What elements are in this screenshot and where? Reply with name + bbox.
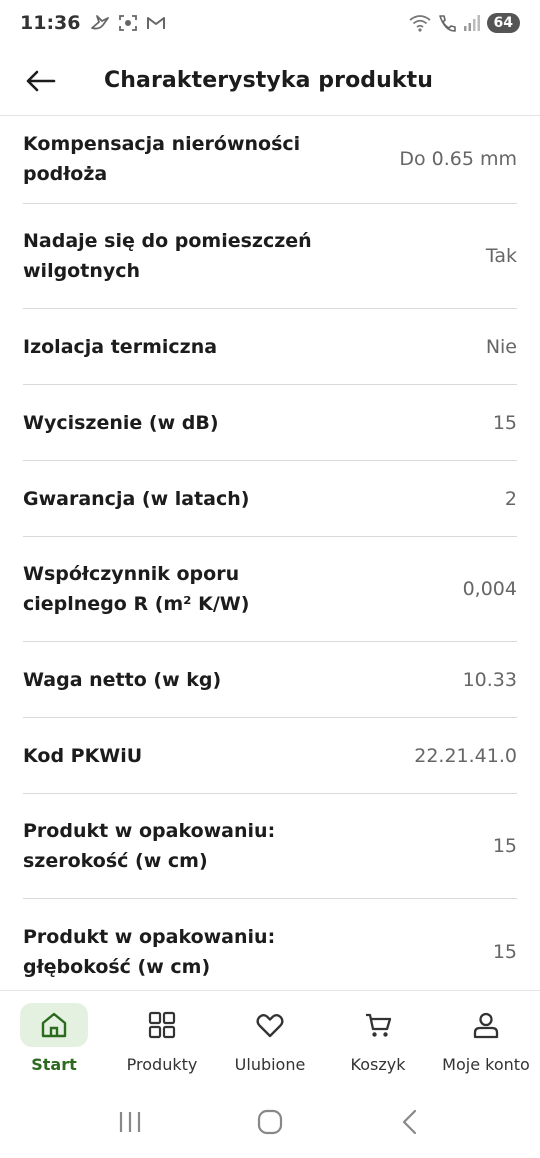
page-title: Charakterystyka produktu [104, 68, 434, 93]
spec-row: Nadaje się do pomieszczeń wilgotnych Tak [23, 204, 517, 309]
home-icon [41, 1012, 67, 1038]
bird-icon [91, 15, 110, 30]
nav-label: Koszyk [350, 1055, 406, 1074]
spec-value: 2 [504, 487, 517, 510]
status-bar: 11:36 64 [0, 0, 540, 46]
back-system-button[interactable] [380, 1097, 440, 1147]
arrow-left-icon [26, 70, 56, 91]
cart-icon [366, 1013, 392, 1037]
battery-badge: 64 [486, 13, 520, 33]
spec-value: 15 [492, 411, 517, 434]
spec-label: Produkt w opakowaniu: głębokość (w cm) [23, 925, 276, 978]
back-button[interactable] [10, 51, 70, 111]
grid-icon [148, 1011, 176, 1039]
gmail-icon [147, 17, 166, 29]
spec-label: Współczynnik oporu cieplnego R (m² K/W) [23, 563, 250, 615]
call-icon [438, 15, 456, 32]
user-icon [473, 1012, 499, 1039]
spec-value: Nie [485, 335, 517, 358]
nav-label: Start [31, 1055, 77, 1074]
nav-label: Moje konto [442, 1055, 530, 1074]
nav-item-produkty[interactable]: Produkty [108, 991, 216, 1086]
nav-icon-wrap [236, 1003, 304, 1047]
spec-label: Kod PKWiU [23, 744, 143, 767]
spec-row: Wyciszenie (w dB) 15 [23, 385, 517, 461]
nav-icon-wrap [344, 1003, 412, 1047]
nav-label: Produkty [126, 1055, 198, 1074]
nav-label: Ulubione [234, 1055, 306, 1074]
heart-icon [256, 1014, 284, 1038]
spec-value: 15 [492, 835, 517, 857]
spec-value: 22.21.41.0 [414, 744, 517, 767]
status-left-icons [90, 14, 166, 32]
nav-item-ulubione[interactable]: Ulubione [216, 991, 324, 1086]
nav-item-start[interactable]: Start [0, 991, 108, 1086]
spec-label: Gwarancja (w latach) [23, 487, 250, 510]
recent-apps-icon [119, 1112, 141, 1132]
status-time: 11:36 [20, 12, 81, 34]
spec-label: Nadaje się do pomieszczeń wilgotnych [23, 230, 312, 282]
spec-value: 0,004 [462, 578, 517, 600]
spec-row: Waga netto (w kg) 10.33 [23, 642, 517, 718]
spec-value: 10.33 [462, 668, 517, 691]
nav-item-moje-konto[interactable]: Moje konto [432, 991, 540, 1086]
spec-row: Kod PKWiU 22.21.41.0 [23, 718, 517, 794]
home-system-button[interactable] [240, 1097, 300, 1147]
spec-label: Kompensacja nierówności podłoża [23, 133, 301, 185]
spec-value: 15 [492, 940, 517, 963]
bottom-nav: Start Produkty Ulubione Koszyk Moje kont… [0, 990, 540, 1086]
system-nav-bar [0, 1086, 540, 1158]
spec-row: Produkt w opakowaniu: głębokość (w cm) 1… [23, 899, 517, 990]
spec-row: Współczynnik oporu cieplnego R (m² K/W) … [23, 537, 517, 642]
spec-row: Gwarancja (w latach) 2 [23, 461, 517, 537]
spec-label: Waga netto (w kg) [23, 668, 222, 691]
screenshot-icon [119, 15, 138, 31]
recent-apps-button[interactable] [100, 1097, 160, 1147]
spec-label: Wyciszenie (w dB) [23, 411, 219, 434]
nav-icon-wrap [128, 1003, 196, 1047]
spec-row: Kompensacja nierówności podłoża Do 0.65 … [23, 117, 517, 204]
nav-item-koszyk[interactable]: Koszyk [324, 991, 432, 1086]
chevron-left-icon [402, 1109, 417, 1135]
spec-list[interactable]: Kompensacja nierówności podłoża Do 0.65 … [0, 117, 540, 990]
signal-icon [463, 15, 480, 31]
spec-value: Tak [485, 245, 517, 267]
nav-icon-wrap [452, 1003, 520, 1047]
nav-icon-wrap [20, 1003, 88, 1047]
wifi-icon [408, 15, 431, 32]
spec-label: Izolacja termiczna [23, 335, 218, 358]
home-circle-icon [257, 1109, 283, 1135]
spec-row: Izolacja termiczna Nie [23, 309, 517, 385]
status-right-icons: 64 [408, 13, 520, 33]
spec-value: Do 0.65 mm [399, 148, 517, 170]
spec-label: Produkt w opakowaniu: szerokość (w cm) [23, 820, 276, 872]
app-header: Charakterystyka produktu [0, 46, 540, 116]
spec-row: Produkt w opakowaniu: szerokość (w cm) 1… [23, 794, 517, 899]
